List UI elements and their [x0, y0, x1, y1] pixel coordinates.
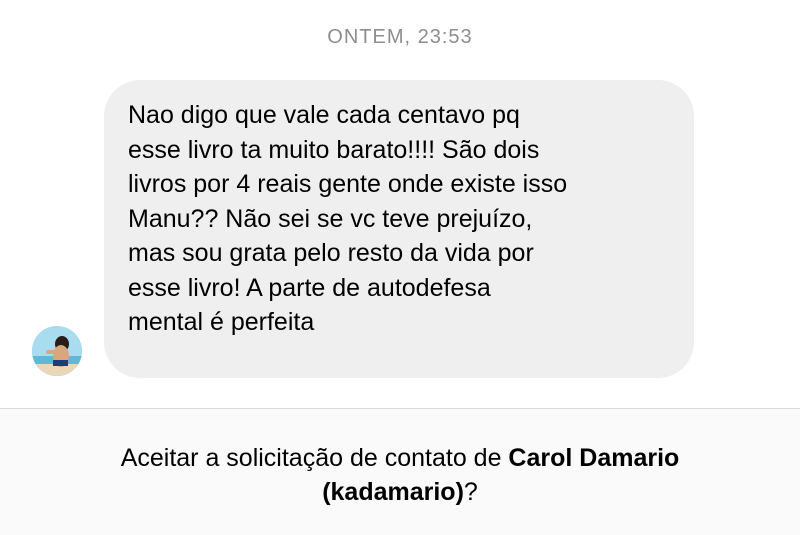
message-timestamp: ONTEM, 23:53 [327, 26, 473, 48]
requester-username: (kadamario) [322, 478, 464, 506]
contact-request-prompt: Aceitar a solicitação de contato de Caro… [0, 441, 800, 509]
avatar-photo-icon [32, 326, 82, 376]
sender-avatar[interactable] [32, 326, 82, 376]
requester-name: Carol Damario [508, 444, 680, 472]
message-text: Nao digo que vale cada centavo pq esse l… [128, 101, 568, 336]
contact-request-panel: Aceitar a solicitação de contato de Caro… [0, 409, 800, 535]
request-suffix: ? [463, 478, 478, 506]
request-prefix: Aceitar a solicitação de contato de [120, 444, 509, 472]
message-bubble[interactable]: Nao digo que vale cada centavo pq esse l… [104, 80, 694, 378]
